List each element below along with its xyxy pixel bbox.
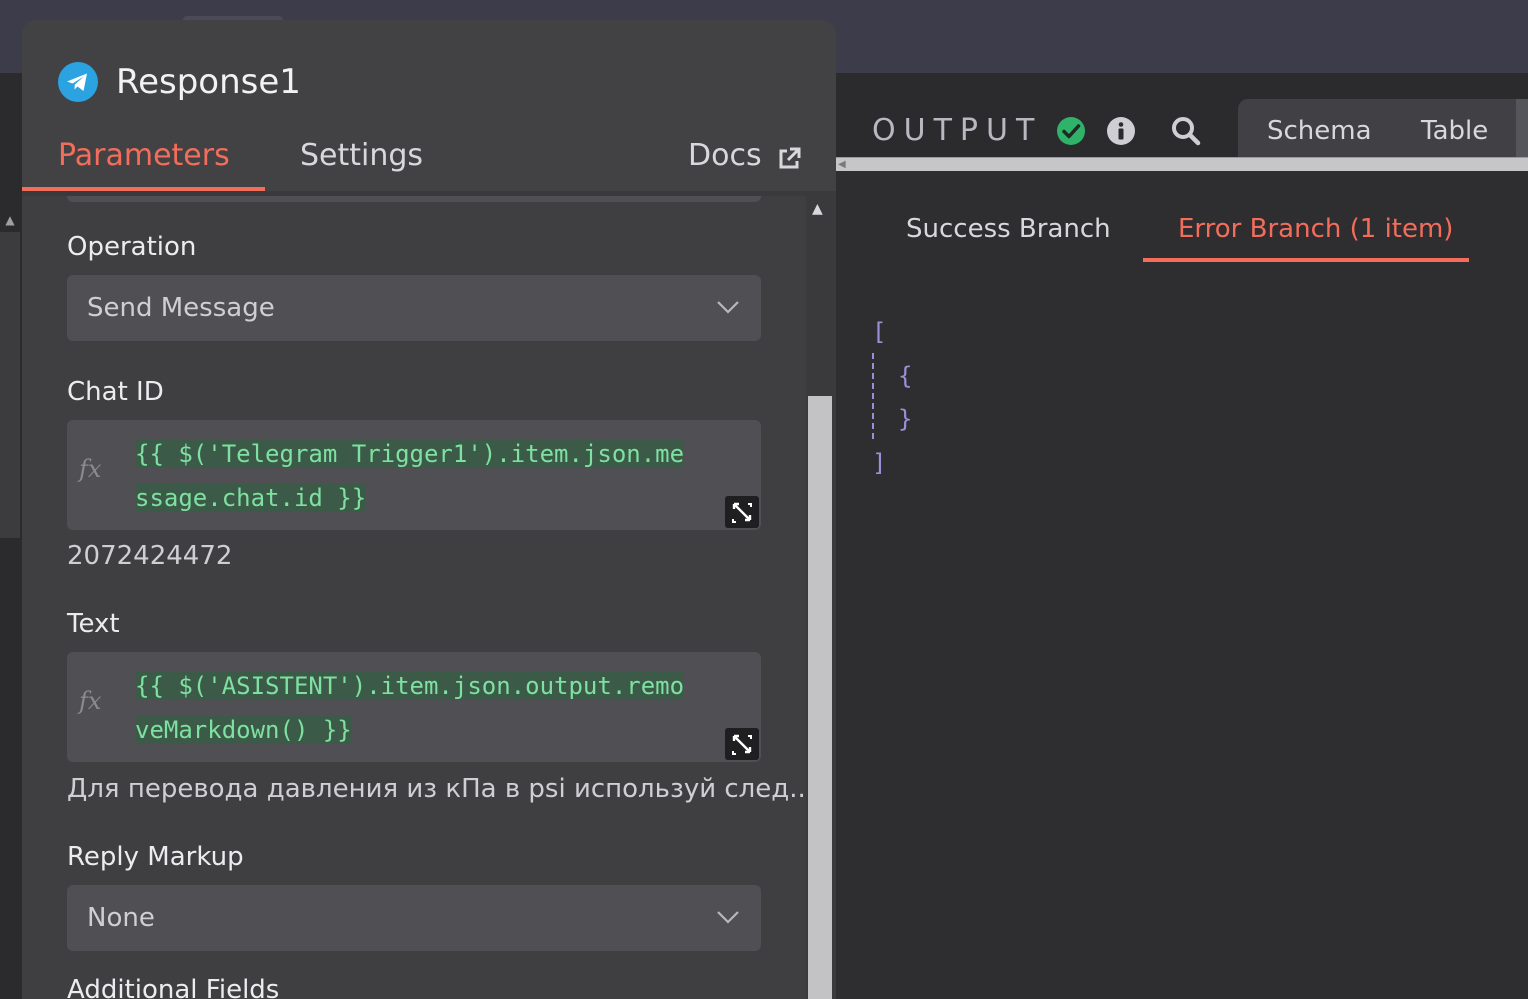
output-title: OUTPUT [872, 113, 1043, 148]
expand-editor-icon[interactable] [725, 728, 759, 760]
json-output: [ { } ] [872, 317, 1272, 497]
json-close-brace: } [898, 405, 913, 433]
parameters-form: Operation Send Message Chat ID fx {{ $('… [22, 196, 814, 999]
json-close-bracket: ] [872, 449, 887, 477]
reply-markup-label: Reply Markup [67, 842, 244, 872]
json-open-bracket: [ [872, 318, 887, 346]
text-expression-line1: {{ $('ASISTENT').item.json.output.remo [135, 672, 685, 700]
chat-id-expression[interactable]: {{ $('Telegram Trigger1').item.json.me s… [135, 432, 745, 520]
text-resolved-value: Для перевода давления из кПа в psi испол… [67, 774, 815, 804]
scrollbar-thumb[interactable] [808, 396, 832, 999]
docs-link[interactable]: Docs [688, 136, 762, 176]
node-title[interactable]: Response1 [116, 60, 301, 104]
fx-icon: fx [79, 687, 102, 715]
json-indent-guide [872, 353, 874, 439]
chat-id-expression-line2: ssage.chat.id }} [135, 484, 367, 512]
scroll-left-icon[interactable]: ◀ [838, 158, 846, 171]
output-panel: OUTPUT Schema Table ◀ Success Branch Err… [836, 73, 1528, 999]
tab-schema[interactable]: Schema [1267, 113, 1372, 149]
vertical-scrollbar[interactable]: ▲ [806, 196, 836, 999]
view-mode-tabs: Schema Table [1238, 99, 1528, 157]
success-check-icon [1057, 117, 1085, 145]
tab-json-edge[interactable] [1516, 99, 1528, 157]
tab-settings[interactable]: Settings [300, 136, 423, 176]
previous-field-edge [67, 196, 761, 202]
scroll-up-icon[interactable]: ▲ [812, 200, 823, 218]
search-icon[interactable] [1170, 115, 1202, 147]
left-scroll-up-icon[interactable]: ▲ [2, 212, 18, 228]
node-header: Response1 Parameters Settings Docs [22, 20, 836, 196]
json-open-brace[interactable]: { [898, 361, 912, 391]
active-branch-indicator [1143, 258, 1469, 262]
chat-id-label: Chat ID [67, 377, 164, 407]
chevron-down-icon [717, 911, 739, 924]
chat-id-expression-field[interactable]: fx {{ $('Telegram Trigger1').item.json.m… [67, 420, 761, 530]
left-scrollbar[interactable] [0, 232, 20, 538]
text-label: Text [67, 609, 120, 639]
tab-parameters[interactable]: Parameters [58, 136, 230, 176]
operation-value: Send Message [87, 293, 275, 323]
reply-markup-value: None [87, 903, 155, 933]
text-expression[interactable]: {{ $('ASISTENT').item.json.output.remo v… [135, 664, 745, 752]
operation-label: Operation [67, 232, 197, 262]
text-expression-line2: veMarkdown() }} [135, 716, 352, 744]
chat-id-expression-line1: {{ $('Telegram Trigger1').item.json.me [135, 440, 685, 468]
output-header: OUTPUT Schema Table [836, 73, 1528, 157]
chevron-down-icon [717, 301, 739, 314]
text-expression-field[interactable]: fx {{ $('ASISTENT').item.json.output.rem… [67, 652, 761, 762]
tab-success-branch[interactable]: Success Branch [906, 211, 1111, 247]
fx-icon: fx [79, 455, 102, 483]
expand-editor-icon[interactable] [725, 496, 759, 528]
telegram-icon [58, 62, 98, 102]
info-icon[interactable] [1106, 116, 1136, 146]
additional-fields-label: Additional Fields [67, 975, 280, 999]
reply-markup-select[interactable]: None [67, 885, 761, 951]
tab-table[interactable]: Table [1421, 113, 1488, 149]
tab-error-branch[interactable]: Error Branch (1 item) [1178, 211, 1453, 247]
external-link-icon[interactable] [776, 146, 802, 172]
chat-id-resolved-value: 2072424472 [67, 541, 233, 571]
node-settings-panel: Response1 Parameters Settings Docs Opera… [22, 20, 836, 999]
operation-select[interactable]: Send Message [67, 275, 761, 341]
horizontal-scrollbar[interactable]: ◀ [836, 157, 1528, 171]
